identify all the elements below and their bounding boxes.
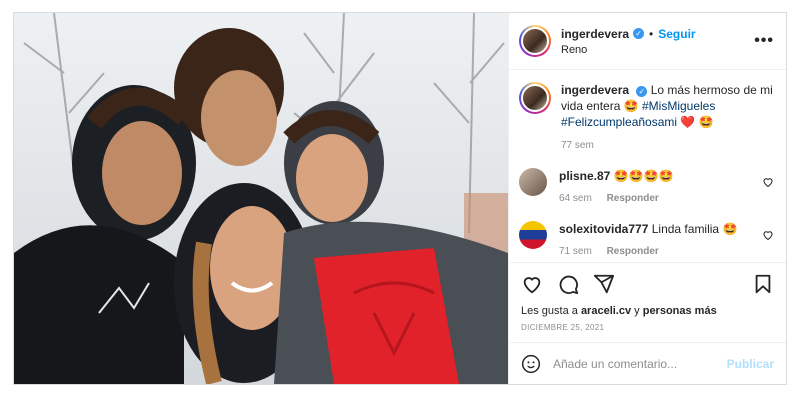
like-heart-icon[interactable]: [521, 273, 543, 295]
comment-time[interactable]: 71 sem: [559, 246, 592, 257]
comment-text: Linda familia 🤩: [651, 222, 738, 236]
post-date[interactable]: DICIEMBRE 25, 2021: [521, 323, 774, 332]
comment-time[interactable]: 64 sem: [559, 193, 592, 204]
share-paper-plane-icon[interactable]: [593, 273, 615, 295]
post-photo[interactable]: [14, 13, 508, 384]
like-comment-heart-icon[interactable]: [762, 176, 774, 188]
caption-username[interactable]: ingerdevera: [561, 83, 629, 97]
comment-username[interactable]: solexitovida777: [559, 222, 648, 236]
family-photo-illustration: [14, 13, 508, 384]
save-bookmark-icon[interactable]: [752, 273, 774, 295]
follow-button[interactable]: Seguir: [658, 27, 695, 41]
author-avatar[interactable]: [519, 25, 551, 57]
publish-button[interactable]: Publicar: [727, 357, 774, 371]
comment-item: solexitovida777 Linda familia 🤩 71 sem R…: [519, 221, 774, 260]
add-comment-input[interactable]: [553, 356, 727, 371]
comment-item: plisne.87 🤩🤩🤩🤩 64 sem Responder: [519, 168, 774, 207]
more-options-icon[interactable]: •••: [754, 32, 774, 50]
post-header: ingerdevera ✓ • Seguir Reno •••: [509, 13, 786, 70]
comments-area[interactable]: ingerdevera ✓ Lo más hermoso de mi vida …: [509, 70, 786, 262]
comment-username[interactable]: plisne.87: [559, 169, 610, 183]
caption-time[interactable]: 77 sem: [561, 138, 774, 154]
reply-button[interactable]: Responder: [607, 193, 659, 204]
hashtag-link[interactable]: #MisMigueles: [642, 99, 715, 113]
post-dialog: ingerdevera ✓ • Seguir Reno ••• ingerdev…: [13, 12, 787, 385]
post-side-panel: ingerdevera ✓ • Seguir Reno ••• ingerdev…: [508, 13, 786, 384]
separator-dot: •: [649, 26, 654, 41]
likes-summary: Les gusta a araceli.cv y personas más: [521, 305, 774, 317]
post-location[interactable]: Reno: [561, 44, 754, 56]
verified-badge-icon: ✓: [636, 86, 648, 97]
comment-bubble-icon[interactable]: [557, 273, 579, 295]
reply-button[interactable]: Responder: [607, 246, 659, 257]
like-comment-heart-icon[interactable]: [762, 229, 774, 241]
hashtag-link[interactable]: #Felizcumpleañosami: [561, 115, 677, 129]
caption-avatar[interactable]: [519, 82, 551, 114]
post-actions: Les gusta a araceli.cv y personas más DI…: [509, 262, 786, 332]
add-comment-bar: Publicar: [509, 342, 786, 384]
comment-text: 🤩🤩🤩🤩: [613, 169, 674, 183]
likes-prefix: Les gusta a: [521, 305, 581, 317]
commenter-avatar[interactable]: [519, 221, 547, 249]
commenter-avatar[interactable]: [519, 168, 547, 196]
emoji-smiley-icon[interactable]: [521, 354, 541, 374]
post-caption: ingerdevera ✓ Lo más hermoso de mi vida …: [519, 82, 774, 154]
likes-others-link[interactable]: personas más: [643, 305, 717, 317]
likes-mid: y: [631, 305, 643, 317]
author-username[interactable]: ingerdevera: [561, 27, 629, 41]
verified-badge-icon: ✓: [633, 28, 645, 39]
caption-emojis: ❤️ 🤩: [680, 115, 714, 129]
liker-username[interactable]: araceli.cv: [581, 305, 631, 317]
